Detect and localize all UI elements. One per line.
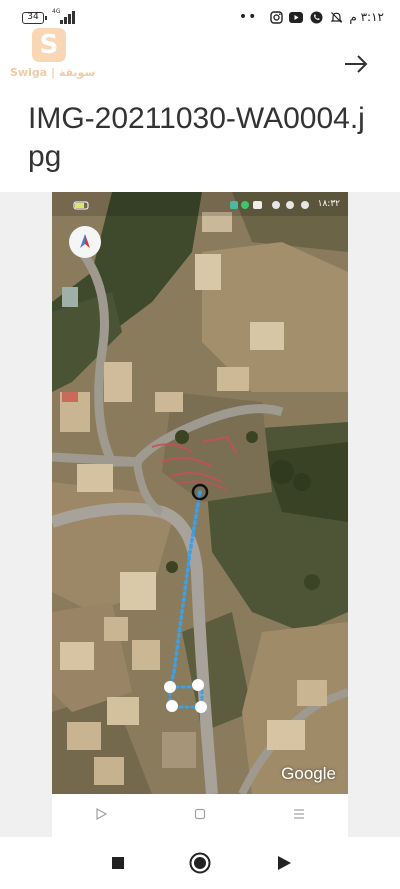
clock: ٣:١٢ م (349, 10, 384, 24)
bottom-navigation (0, 837, 400, 889)
file-title: IMG-20211030-WA0004.jpg (28, 102, 365, 173)
status-right: •• ٣:١٢ م (239, 9, 384, 25)
battery-indicator: 34 (22, 12, 47, 24)
google-watermark: Google (281, 764, 336, 783)
whatsapp-icon (309, 10, 323, 24)
play-icon (278, 856, 291, 870)
inner-back-icon (95, 807, 108, 823)
instagram-icon (269, 10, 283, 24)
arrow-right-icon (345, 55, 368, 73)
app-logo: S Swiga | سويقة (10, 28, 96, 88)
forward-button[interactable] (340, 48, 372, 80)
signal-icon (60, 10, 75, 24)
play-button[interactable] (272, 851, 296, 875)
image-viewer: ١٨:٣٢ Google (0, 192, 400, 837)
inner-menu-icon (293, 808, 305, 823)
bell-muted-icon (329, 10, 343, 24)
logo-text: Swiga | سويقة (10, 66, 96, 79)
inner-home-icon (194, 808, 206, 823)
youtube-icon (289, 10, 304, 24)
image-inner-nav (52, 794, 348, 837)
stop-button[interactable] (106, 851, 130, 875)
satellite-image[interactable]: ١٨:٣٢ Google (52, 192, 348, 794)
logo-letter: S (39, 30, 59, 60)
image-inner-time: ١٨:٣٢ (317, 199, 340, 209)
record-button[interactable] (188, 851, 212, 875)
more-notifications-icon: •• (238, 9, 258, 25)
stop-icon (112, 857, 124, 869)
record-icon (189, 852, 211, 874)
